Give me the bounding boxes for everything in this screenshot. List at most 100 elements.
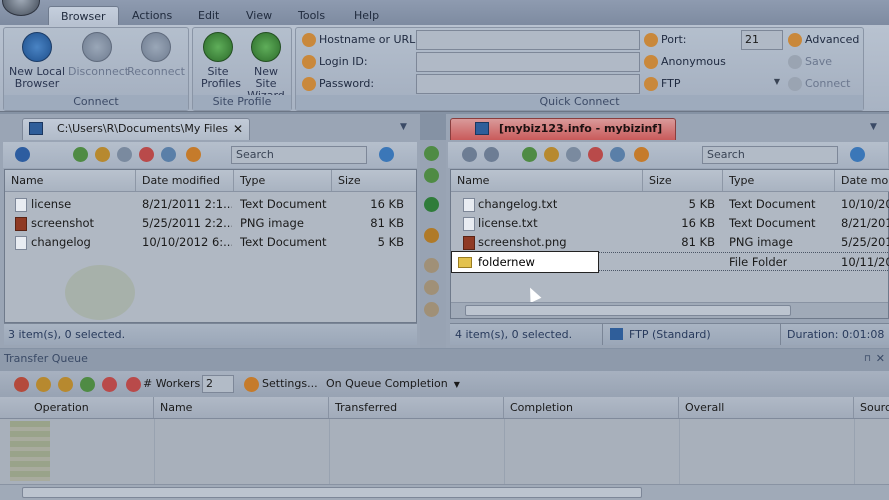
remote-search-input[interactable]: Search [702,146,838,164]
column-name[interactable]: Name [5,170,136,191]
new-folder-icon[interactable] [544,147,559,162]
close-icon[interactable]: ✕ [233,119,243,139]
scrollbar-thumb[interactable] [465,305,791,316]
disconnect-button[interactable]: Disconnect [68,32,129,78]
stop-icon[interactable] [14,377,29,392]
queue-horizontal-scrollbar[interactable] [0,484,889,500]
tab-edit[interactable]: Edit [186,6,231,26]
tab-view[interactable]: View [234,6,284,26]
column-operation[interactable]: Operation [0,397,154,418]
table-row[interactable]: changelog.txt 5 KB Text Document 10/10/2… [451,195,889,214]
column-size[interactable]: Size [332,170,416,191]
queue-completion-dropdown[interactable]: On Queue Completion ▼ [326,377,460,390]
column-name[interactable]: Name [451,170,643,191]
table-row[interactable]: license 8/21/2011 2:1... Text Document 1… [5,195,416,214]
file-type: Text Document [240,235,327,249]
anonymous-icon [644,55,658,69]
copy-icon[interactable] [566,147,581,162]
local-tab-menu-icon[interactable]: ▼ [400,122,407,132]
protocol-select[interactable]: FTP ▼ [644,77,784,91]
quick-connect-group-caption: Quick Connect [296,95,863,110]
hostname-input[interactable] [416,30,640,50]
table-row[interactable]: changelog 10/10/2012 6:... Text Document… [5,233,416,252]
connect-button[interactable]: Connect [788,77,850,91]
edit-icon[interactable] [161,147,176,162]
queue-add-icon[interactable] [424,258,439,273]
quick-connect-group: Hostname or URL: Login ID: Password: Por… [295,27,864,111]
table-row[interactable]: license.txt 16 KB Text Document 8/21/201 [451,214,889,233]
column-completion[interactable]: Completion [504,397,679,418]
tab-tools[interactable]: Tools [286,6,337,26]
new-local-browser-button[interactable]: New Local Browser [7,32,67,90]
sync-icon[interactable] [424,197,439,212]
start-icon[interactable] [80,377,95,392]
search-icon[interactable] [850,147,865,162]
remove-icon[interactable] [102,377,117,392]
password-input[interactable] [416,74,640,94]
close-icon[interactable]: ✕ [876,349,885,369]
file-date: 10/10/2012 6:... [142,235,232,249]
queue-run-icon[interactable] [424,280,439,295]
login-input[interactable] [416,52,640,72]
tab-browser[interactable]: Browser [48,6,119,26]
column-name[interactable]: Name [154,397,329,418]
anonymous-toggle[interactable]: Anonymous [644,55,726,69]
search-icon[interactable] [379,147,394,162]
transfer-right-icon[interactable] [424,146,439,161]
file-type: PNG image [240,216,304,230]
forward-icon[interactable] [484,147,499,162]
remote-tab[interactable]: [mybiz123.info - mybizinf] ... [450,118,676,155]
port-input[interactable]: 21 [741,30,783,50]
column-type[interactable]: Type [234,170,332,191]
table-row[interactable]: foldernew File Folder 10/11/20 [451,251,889,273]
refresh-icon[interactable] [522,147,537,162]
remote-tab-menu-icon[interactable]: ▼ [870,122,877,132]
site-profiles-button[interactable]: Site Profiles [195,32,241,90]
compare-icon[interactable] [424,228,439,243]
pause-icon[interactable] [36,377,51,392]
settings-button[interactable]: Settings... [262,377,318,390]
reconnect-button[interactable]: Reconnect [126,32,186,78]
remote-column-header: Name Size Type Date mo [451,170,889,192]
column-source[interactable]: Sourc [854,397,889,418]
pause-all-icon[interactable] [58,377,73,392]
table-row[interactable]: screenshot.png 81 KB PNG image 5/25/201 [451,233,889,252]
column-transferred[interactable]: Transferred [329,397,504,418]
advanced-button[interactable]: Advanced [788,33,859,47]
scrollbar-thumb[interactable] [22,487,642,498]
hostname-label-text: Hostname or URL: [319,33,420,46]
back-icon[interactable] [462,147,477,162]
local-search-input[interactable]: Search [231,146,367,164]
transfer-left-icon[interactable] [424,168,439,183]
column-size[interactable]: Size [643,170,723,191]
new-folder-icon[interactable] [95,147,110,162]
delete-icon[interactable] [139,147,154,162]
table-row[interactable]: screenshot 5/25/2011 2:2... PNG image 81… [5,214,416,233]
tab-help[interactable]: Help [342,6,391,26]
queue-settings-icon[interactable] [424,302,439,317]
remote-status-bar: 4 item(s), 0 selected. FTP (Standard) Du… [450,323,889,345]
refresh-icon[interactable] [73,147,88,162]
edit-icon[interactable] [610,147,625,162]
column-date-modified[interactable]: Date modified [136,170,234,191]
workers-spinner[interactable]: 2 [202,375,234,393]
file-size: 81 KB [681,235,715,249]
view-icon[interactable] [186,147,201,162]
back-icon[interactable] [15,147,30,162]
column-type[interactable]: Type [723,170,835,191]
new-site-wizard-button[interactable]: New Site Wizard [241,32,291,102]
tab-actions[interactable]: Actions [120,6,184,26]
pin-icon[interactable]: ⊓ [864,349,871,369]
server-icon [302,33,316,47]
column-overall[interactable]: Overall [679,397,854,418]
rename-input[interactable]: foldernew [451,251,599,273]
save-button[interactable]: Save [788,55,832,69]
copy-icon[interactable] [117,147,132,162]
column-date-modified[interactable]: Date mo [835,170,889,191]
queue-completion-label: On Queue Completion [326,377,448,390]
wizard-icon [251,32,281,62]
delete-icon[interactable] [588,147,603,162]
view-icon[interactable] [634,147,649,162]
local-tab[interactable]: C:\Users\R\Documents\My Files ✕ [22,118,250,140]
remote-horizontal-scrollbar[interactable] [451,302,888,318]
